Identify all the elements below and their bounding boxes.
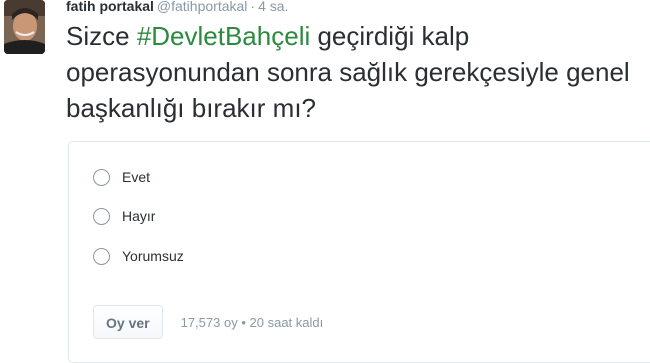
poll-choice-label: Yorumsuz [122, 248, 184, 264]
tweet-text-start: Sizce [66, 21, 137, 51]
author-name[interactable]: fatih portakal [66, 0, 154, 14]
vote-button[interactable]: Oy ver [93, 305, 163, 339]
radio-button[interactable] [93, 207, 110, 225]
poll-meta: 17,573 oy • 20 saat kaldı [181, 315, 324, 330]
poll-choice-label: Hayır [122, 208, 156, 224]
time-left: 20 saat kaldı [249, 314, 324, 330]
meta-dot: • [241, 314, 246, 330]
author-handle[interactable]: @fatihportakal [157, 0, 247, 14]
header-separator: · [250, 0, 256, 14]
tweet-header: fatih portakal @fatihportakal · 4 sa. [66, 0, 288, 15]
poll-footer: Oy ver 17,573 oy • 20 saat kaldı [93, 305, 323, 339]
vote-count: 17,573 oy [180, 314, 238, 330]
avatar[interactable] [4, 0, 45, 54]
poll-choice-label: Evet [122, 169, 151, 185]
poll-choice-yorumsuz[interactable]: Yorumsuz [93, 244, 184, 268]
poll-card: Evet Hayır Yorumsuz Oy ver 17,573 oy • 2… [68, 141, 650, 363]
tweet-text: Sizce #DevletBahçeli geçirdiği kalp oper… [66, 18, 646, 126]
tweet-timestamp[interactable]: 4 sa. [258, 0, 288, 14]
radio-button[interactable] [93, 168, 110, 186]
poll-choice-evet[interactable]: Evet [93, 165, 150, 189]
radio-button[interactable] [93, 247, 110, 265]
hashtag-link[interactable]: #DevletBahçeli [137, 21, 310, 51]
poll-choice-hayir[interactable]: Hayır [93, 204, 155, 228]
